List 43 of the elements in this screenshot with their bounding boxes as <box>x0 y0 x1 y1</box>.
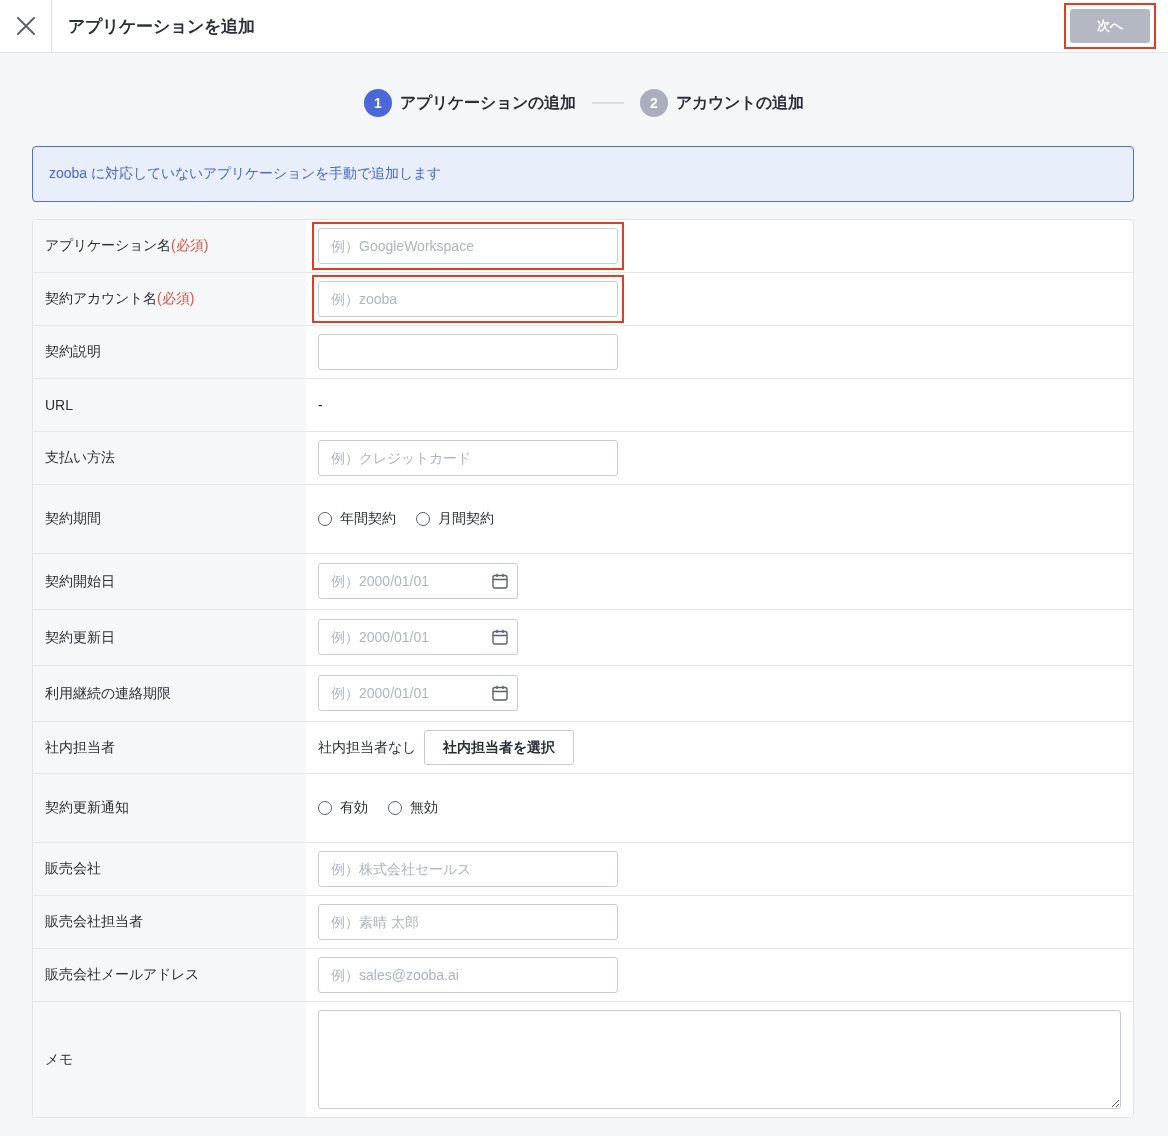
date-field[interactable]: 例）2000/01/01 <box>318 619 518 655</box>
field-label: 販売会社 <box>45 860 101 878</box>
field-label: 販売会社担当者 <box>45 913 143 931</box>
field-label: アプリケーション名(必須) <box>45 237 209 255</box>
step-label: アカウントの追加 <box>676 92 804 113</box>
calendar-icon[interactable] <box>492 685 508 701</box>
close-icon <box>16 17 35 35</box>
select-assignee-button[interactable]: 社内担当者を選択 <box>424 730 574 765</box>
text-field[interactable] <box>318 334 618 370</box>
radio-option[interactable]: 有効 <box>318 799 368 817</box>
text-field[interactable]: 例）sales@zooba.ai <box>318 957 618 993</box>
field-label: URL <box>45 397 73 413</box>
field-label: 契約開始日 <box>45 572 115 591</box>
info-banner: zooba に対応していないアプリケーションを手動で追加します <box>32 146 1134 202</box>
field-label: 契約説明 <box>45 343 101 361</box>
text-field[interactable]: 例）zooba <box>318 281 618 317</box>
date-field[interactable]: 例）2000/01/01 <box>318 563 518 599</box>
radio-option[interactable]: 無効 <box>388 799 438 817</box>
step-number: 1 <box>364 89 392 117</box>
field-label: 契約アカウント名(必須) <box>45 290 195 308</box>
field-label: 契約更新通知 <box>45 799 129 817</box>
assignee-value: 社内担当者なし <box>318 738 416 757</box>
field-label: 販売会社メールアドレス <box>45 966 199 984</box>
date-field[interactable]: 例）2000/01/01 <box>318 675 518 711</box>
field-label: 契約更新日 <box>45 628 115 647</box>
page-title: アプリケーションを追加 <box>68 15 255 38</box>
text-field[interactable]: 例）クレジットカード <box>318 440 618 476</box>
field-label: 契約期間 <box>45 510 101 528</box>
field-label: メモ <box>45 1050 73 1069</box>
memo-field[interactable] <box>318 1010 1121 1109</box>
calendar-icon[interactable] <box>492 629 508 645</box>
text-field[interactable]: 例）株式会社セールス <box>318 851 618 887</box>
text-field[interactable]: 例）GoogleWorkspace <box>318 228 618 264</box>
url-value: - <box>318 397 323 413</box>
field-label: 利用継続の連絡期限 <box>45 684 171 703</box>
step-number: 2 <box>640 89 668 117</box>
text-field[interactable]: 例）素晴 太郎 <box>318 904 618 940</box>
radio-option[interactable]: 月間契約 <box>416 510 494 528</box>
field-label: 支払い方法 <box>45 449 115 467</box>
radio-option[interactable]: 年間契約 <box>318 510 396 528</box>
step-label: アプリケーションの追加 <box>400 92 576 113</box>
calendar-icon[interactable] <box>492 573 508 589</box>
field-label: 社内担当者 <box>45 738 115 757</box>
